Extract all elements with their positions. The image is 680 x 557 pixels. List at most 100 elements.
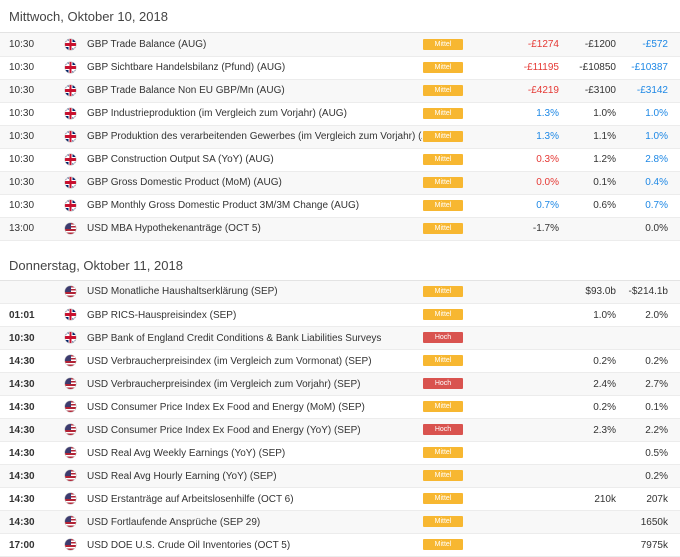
importance-badge: Mittel [423,85,463,96]
event-name[interactable]: GBP Construction Output SA (YoY) (AUG) [84,148,422,171]
previous-value: 0.4% [620,171,680,194]
event-name[interactable]: GBP Trade Balance Non EU GBP/Mn (AUG) [84,79,422,102]
importance-badge: Hoch [423,424,463,435]
forecast-value [567,511,620,534]
economic-calendar: Mittwoch, Oktober 10, 201810:30GBP Trade… [0,0,680,557]
importance-badge: Mittel [423,108,463,119]
event-row[interactable]: 10:30 GBP Produktion des verarbeitenden G… [0,125,680,148]
event-row[interactable]: 14:30 USD Consumer Price Index Ex Food an… [0,419,680,442]
event-time: 10:30 [0,125,56,148]
previous-value: 1650k [620,511,680,534]
event-row[interactable]: 10:30GBP Sichtbare Handelsbilanz (Pfund)… [0,56,680,79]
us-flag-icon [65,539,76,550]
importance-cell: Mittel [422,396,503,419]
previous-value: 207k [620,488,680,511]
uk-flag-icon [65,131,76,142]
uk-flag-icon [65,39,76,50]
event-row[interactable]: 17:00USD DOE U.S. Crude Oil Inventories … [0,534,680,557]
event-name[interactable]: GBP RICS-Hauspreisindex (SEP) [84,304,422,327]
event-time: 14:30 [0,419,56,442]
event-row[interactable]: 01:01GBP RICS-Hauspreisindex (SEP)Mittel… [0,304,680,327]
day-header: Mittwoch, Oktober 10, 2018 [0,0,680,33]
country-flag-cell [56,79,84,102]
uk-flag-icon [65,154,76,165]
forecast-value: $93.0b [567,281,620,304]
event-name[interactable]: USD Fortlaufende Ansprüche (SEP 29) [84,511,422,534]
actual-value: -£1274 [503,33,567,56]
event-row[interactable]: 10:30GBP Monthly Gross Domestic Product … [0,194,680,217]
event-time: 10:30 [0,102,56,125]
event-name[interactable]: USD Real Avg Weekly Earnings (YoY) (SEP) [84,442,422,465]
importance-badge: Mittel [423,62,463,73]
forecast-value: 1.0% [567,304,620,327]
importance-cell: Mittel [422,350,503,373]
event-row[interactable]: 14:30USD Fortlaufende Ansprüche (SEP 29)… [0,511,680,534]
event-name[interactable]: GBP Produktion des verarbeitenden Gewerb… [84,125,422,148]
importance-badge: Mittel [423,355,463,366]
event-row[interactable]: 10:30GBP Trade Balance (AUG)Mittel-£1274… [0,33,680,56]
event-row[interactable]: 14:30 USD Verbraucherpreisindex (im Vergl… [0,350,680,373]
forecast-value [567,217,620,240]
importance-cell: Mittel [422,304,503,327]
forecast-value: 0.6% [567,194,620,217]
importance-badge: Hoch [423,332,463,343]
event-name[interactable]: GBP Monthly Gross Domestic Product 3M/3M… [84,194,422,217]
event-name[interactable]: USD Verbraucherpreisindex (im Vergleich … [84,373,422,396]
actual-value [503,511,567,534]
importance-cell: Mittel [422,33,503,56]
event-name[interactable]: USD Consumer Price Index Ex Food and Ene… [84,419,422,442]
forecast-value: 2.3% [567,419,620,442]
event-row[interactable]: USD Monatliche Haushaltserklärung (SEP)M… [0,281,680,304]
previous-value: 0.1% [620,396,680,419]
importance-badge: Mittel [423,539,463,550]
importance-cell: Mittel [422,56,503,79]
forecast-value: 1.1% [567,125,620,148]
country-flag-cell [56,396,84,419]
previous-value [620,327,680,350]
event-row[interactable]: 10:30GBP Gross Domestic Product (MoM) (A… [0,171,680,194]
event-name[interactable]: USD MBA Hypothekenanträge (OCT 5) [84,217,422,240]
importance-badge: Mittel [423,154,463,165]
country-flag-cell [56,534,84,557]
event-row[interactable]: 10:30 GBP Industrieproduktion (im Verglei… [0,102,680,125]
event-name[interactable]: USD Real Avg Hourly Earning (YoY) (SEP) [84,465,422,488]
importance-badge: Mittel [423,516,463,527]
event-row[interactable]: 10:30GBP Bank of England Credit Conditio… [0,327,680,350]
uk-flag-icon [65,200,76,211]
event-time: 14:30 [0,350,56,373]
forecast-value: 0.2% [567,396,620,419]
forecast-value: 2.4% [567,373,620,396]
actual-value: 1.3% [503,125,567,148]
event-name[interactable]: GBP Gross Domestic Product (MoM) (AUG) [84,171,422,194]
event-name[interactable]: USD DOE U.S. Crude Oil Inventories (OCT … [84,534,422,557]
forecast-value: -£1200 [567,33,620,56]
previous-value: -£572 [620,33,680,56]
country-flag-cell [56,102,84,125]
us-flag-icon [65,378,76,389]
event-row[interactable]: 10:30GBP Trade Balance Non EU GBP/Mn (AU… [0,79,680,102]
event-row[interactable]: 14:30USD Real Avg Hourly Earning (YoY) (… [0,465,680,488]
event-name[interactable]: GBP Sichtbare Handelsbilanz (Pfund) (AUG… [84,56,422,79]
country-flag-cell [56,304,84,327]
country-flag-cell [56,125,84,148]
event-row[interactable]: 14:30USD Verbraucherpreisindex (im Vergl… [0,373,680,396]
events-table: USD Monatliche Haushaltserklärung (SEP)M… [0,281,680,557]
event-row[interactable]: 13:00USD MBA Hypothekenanträge (OCT 5)Mi… [0,217,680,240]
event-row[interactable]: 10:30GBP Construction Output SA (YoY) (A… [0,148,680,171]
event-name[interactable]: GBP Trade Balance (AUG) [84,33,422,56]
event-name[interactable]: GBP Industrieproduktion (im Vergleich zu… [84,102,422,125]
importance-badge: Mittel [423,286,463,297]
event-row[interactable]: 14:30USD Erstanträge auf Arbeitslosenhil… [0,488,680,511]
previous-value: 2.0% [620,304,680,327]
event-name[interactable]: USD Monatliche Haushaltserklärung (SEP) [84,281,422,304]
event-name[interactable]: USD Consumer Price Index Ex Food and Ene… [84,396,422,419]
event-name[interactable]: USD Erstanträge auf Arbeitslosenhilfe (O… [84,488,422,511]
event-name[interactable]: GBP Bank of England Credit Conditions & … [84,327,422,350]
country-flag-cell [56,511,84,534]
event-row[interactable]: 14:30USD Real Avg Weekly Earnings (YoY) … [0,442,680,465]
previous-value: 7975k [620,534,680,557]
event-name[interactable]: USD Verbraucherpreisindex (im Vergleich … [84,350,422,373]
importance-cell: Mittel [422,442,503,465]
actual-value [503,488,567,511]
event-row[interactable]: 14:30USD Consumer Price Index Ex Food an… [0,396,680,419]
